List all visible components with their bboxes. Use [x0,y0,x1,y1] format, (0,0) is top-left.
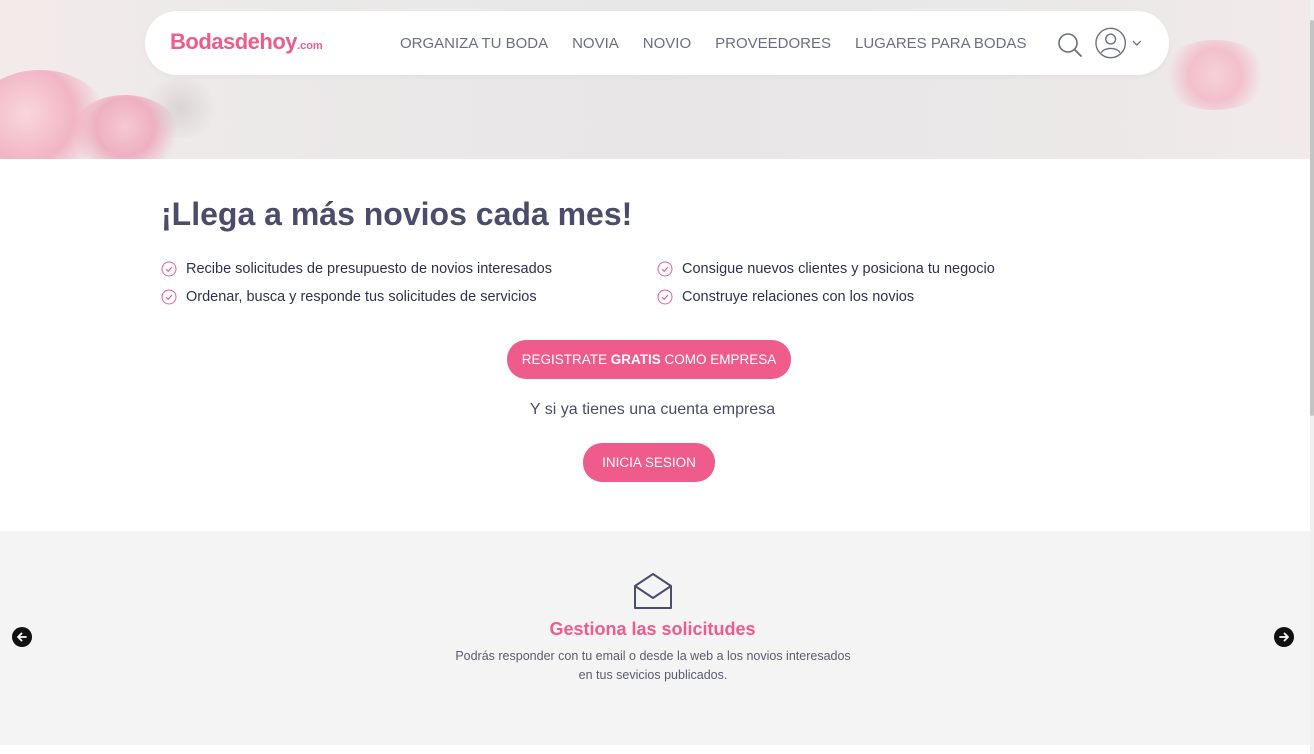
register-company-button[interactable]: REGISTRATE GRATIS COMO EMPRESA [507,340,791,379]
carousel-prev-button[interactable] [12,627,32,647]
nav-proveedores[interactable]: PROVEEDORES [715,35,831,52]
nav-lugares-para-bodas[interactable]: LUGARES PARA BODAS [855,35,1026,52]
main-nav: ORGANIZA TU BODA NOVIA NOVIO PROVEEDORES… [400,11,1026,75]
benefit-text: Recibe solicitudes de presupuesto de nov… [186,261,552,277]
user-menu-button[interactable] [1094,26,1144,60]
benefit-item: Ordenar, busca y responde tus solicitude… [161,289,537,305]
benefit-item: Construye relaciones con los novios [657,289,914,305]
register-label-prefix: REGISTRATE [521,352,611,367]
benefit-item: Consigue nuevos clientes y posiciona tu … [657,261,995,277]
benefit-text: Ordenar, busca y responde tus solicitude… [186,289,537,305]
benefit-text: Construye relaciones con los novios [682,289,915,305]
page-footer-edge [0,745,1310,754]
arrow-left-icon [17,632,27,642]
flower-decoration [140,78,220,138]
check-circle-icon [657,289,673,305]
user-icon [1095,27,1127,59]
register-label-suffix: COMO EMPRESA [660,352,777,367]
flower-decoration [1160,40,1270,110]
scrollbar-thumb[interactable] [1310,20,1314,416]
nav-novio[interactable]: NOVIO [643,35,691,52]
slide-description: Podrás responder con tu email o desde la… [455,649,851,682]
logo-suffix: .com [297,40,323,52]
chevron-down-icon [1132,40,1142,46]
benefit-item: Recibe solicitudes de presupuesto de nov… [161,261,552,277]
nav-novia[interactable]: NOVIA [572,35,619,52]
check-circle-icon [161,261,177,277]
register-label-bold: GRATIS [610,352,661,367]
brand-logo[interactable]: Bodasdehoy.com [170,29,323,55]
page-title: ¡Llega a más novios cada mes! [161,196,633,232]
features-carousel: Gestiona las solicitudes Podrás responde… [0,531,1310,745]
existing-account-text: Y si ya tienes una cuenta empresa [529,401,776,418]
check-circle-icon [657,261,673,277]
nav-organiza-tu-boda[interactable]: ORGANIZA TU BODA [400,35,548,52]
check-circle-icon [161,289,177,305]
logo-text: Bodasdehoy [170,29,298,54]
envelope-open-icon [634,573,672,609]
search-icon[interactable] [1056,31,1084,59]
slide-title: Gestiona las solicitudes [549,619,756,639]
carousel-next-button[interactable] [1274,627,1294,647]
benefit-text: Consigue nuevos clientes y posiciona tu … [682,261,995,277]
login-button[interactable]: INICIA SESION [583,443,715,482]
top-navbar: Bodasdehoy.com ORGANIZA TU BODA NOVIA NO… [145,11,1169,75]
arrow-right-icon [1279,632,1289,642]
